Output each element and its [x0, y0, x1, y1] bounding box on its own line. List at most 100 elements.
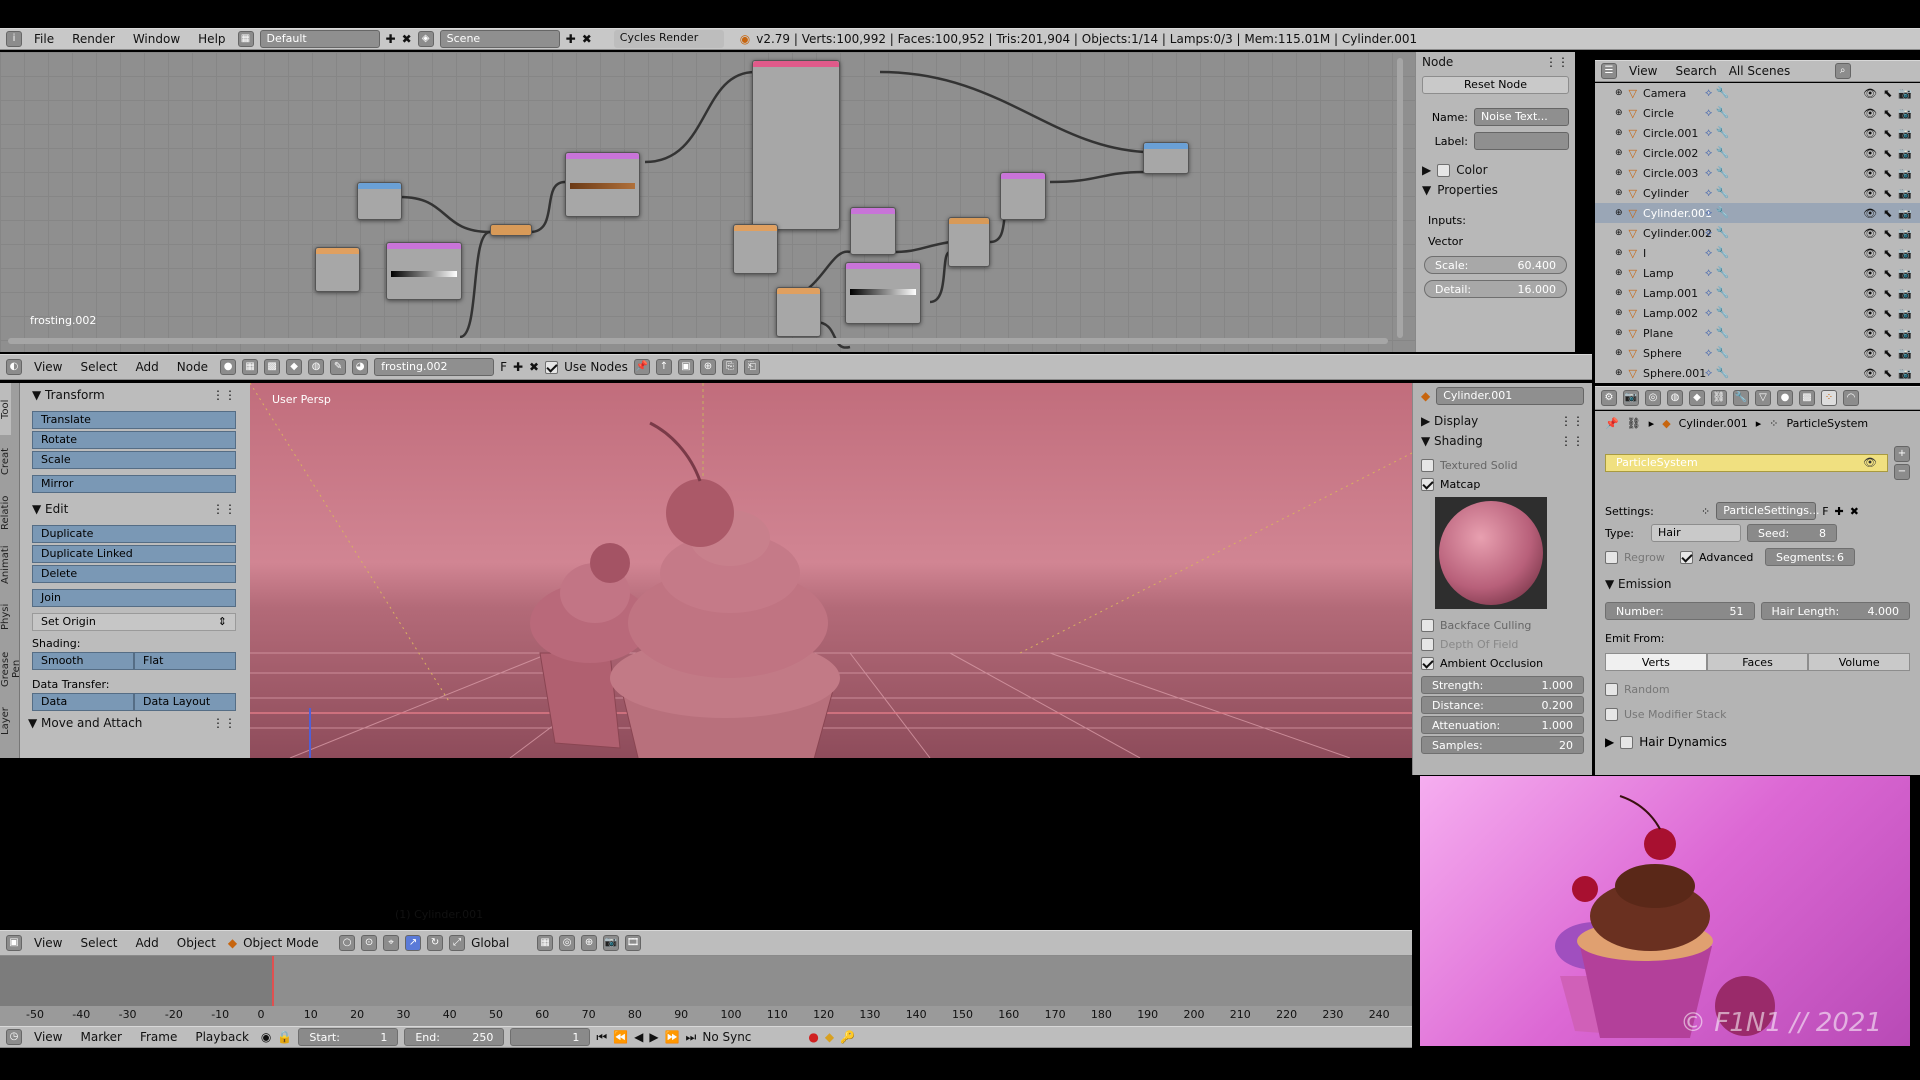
expand-icon[interactable]: ⊕ [1615, 88, 1623, 98]
toolshelf-tab[interactable]: Physi [0, 591, 11, 643]
remove-particle-system-icon[interactable]: − [1894, 464, 1910, 480]
jump-start-icon[interactable]: ⏮ [596, 1030, 607, 1045]
join-button[interactable]: Join [32, 589, 236, 607]
start-frame-field[interactable]: Start: 1 [298, 1028, 399, 1046]
info-editor-icon[interactable]: i [6, 31, 22, 47]
render-camera-icon[interactable]: 📷 [1898, 167, 1912, 180]
menu-window[interactable]: Window [127, 32, 186, 46]
selectable-cursor-icon[interactable]: ⬉ [1883, 267, 1892, 280]
outliner-item[interactable]: ⊕ ▽ Circle.003 ⟡ 🔧 👁 ⬉ 📷 [1595, 163, 1920, 183]
scale-slider[interactable]: Scale: 60.400 [1424, 256, 1567, 274]
outliner-item[interactable]: ⊕ ▽ Cylinder ⟡ 🔧 👁 ⬉ 📷 [1595, 183, 1920, 203]
render-camera-icon[interactable]: 📷 [1898, 187, 1912, 200]
selectable-cursor-icon[interactable]: ⬉ [1883, 107, 1892, 120]
pin-icon[interactable]: 📌 [1605, 417, 1619, 430]
prev-keyframe-icon[interactable]: ⏪ [613, 1030, 628, 1044]
node-panel-title[interactable]: Node [1422, 52, 1453, 72]
selectable-cursor-icon[interactable]: ⬉ [1883, 367, 1892, 380]
material-icon[interactable]: ◕ [352, 359, 369, 375]
visibility-eye-icon[interactable]: 👁 [1863, 147, 1877, 160]
viewport-menu-view[interactable]: View [28, 936, 68, 950]
render-camera-icon[interactable]: 📷 [1898, 207, 1912, 220]
menu-render[interactable]: Render [66, 32, 121, 46]
pivot-icon[interactable]: ⊙ [361, 935, 378, 951]
layers-icon[interactable]: ▦ [537, 935, 554, 951]
particle-settings-field[interactable]: ParticleSettings... [1716, 502, 1819, 520]
strength-slider[interactable]: Strength: 1.000 [1421, 676, 1584, 694]
node-material-output[interactable] [1143, 142, 1189, 174]
keying-set-icon[interactable]: 🔑 [840, 1030, 855, 1044]
play-reverse-icon[interactable]: ◀ [634, 1030, 643, 1044]
visibility-eye-icon[interactable]: 👁 [1863, 207, 1877, 220]
panel-grip-icon[interactable]: ⋮⋮ [1560, 431, 1584, 451]
remove-settings-icon[interactable]: ✖ [1850, 505, 1859, 518]
material-field[interactable]: frosting.002 [374, 358, 495, 376]
distance-slider[interactable]: Distance: 0.200 [1421, 696, 1584, 714]
emit-from-faces-tab[interactable]: Faces [1706, 653, 1809, 671]
samples-slider[interactable]: Samples: 20 [1421, 736, 1584, 754]
texture-tab-icon[interactable]: ▩ [1799, 390, 1815, 406]
lock-icon[interactable]: 🔒 [277, 1030, 292, 1044]
matcap-preview[interactable] [1435, 497, 1547, 609]
keyframe-icon[interactable]: ◆ [825, 1030, 834, 1044]
translate-button[interactable]: Translate [32, 411, 236, 429]
timeline-menu-playback[interactable]: Playback [189, 1030, 255, 1044]
render-camera-icon[interactable]: 📷 [1898, 87, 1912, 100]
toolshelf-tab[interactable]: Relatio [0, 487, 11, 539]
properties-panel-title[interactable]: Properties [1437, 180, 1498, 200]
orientation-select[interactable]: Global [471, 936, 531, 950]
fake-user-button[interactable]: F [500, 360, 507, 374]
node-multiply-2[interactable] [1000, 172, 1046, 220]
seed-slider[interactable]: Seed: 8 [1747, 524, 1837, 542]
hair-length-slider[interactable]: Hair Length: 4.000 [1760, 602, 1910, 620]
selectable-cursor-icon[interactable]: ⬉ [1883, 287, 1892, 300]
render-camera-icon[interactable]: 📷 [1898, 127, 1912, 140]
outliner-item[interactable]: ⊕ ▽ Circle.001 ⟡ 🔧 👁 ⬉ 📷 [1595, 123, 1920, 143]
render-camera-icon[interactable]: 📷 [1898, 307, 1912, 320]
eye-icon[interactable]: 👁 [1863, 456, 1877, 470]
translate-icon[interactable]: ↗ [405, 935, 422, 951]
add-settings-icon[interactable]: ✚ [1835, 505, 1844, 518]
outliner-type-icon[interactable]: ☰ [1601, 63, 1617, 79]
record-icon[interactable]: ● [808, 1030, 818, 1044]
render-camera-icon[interactable]: 📷 [1898, 347, 1912, 360]
selectable-cursor-icon[interactable]: ⬉ [1883, 227, 1892, 240]
selectable-cursor-icon[interactable]: ⬉ [1883, 307, 1892, 320]
node-editor-hscroll[interactable] [8, 338, 1388, 344]
timeline-menu-view[interactable]: View [28, 1030, 68, 1044]
node-principled-bsdf[interactable] [752, 60, 840, 230]
render-engine-select[interactable]: Cycles Render [613, 30, 724, 48]
detail-slider[interactable]: Detail: 16.000 [1424, 280, 1567, 298]
scene-icon[interactable]: ◈ [417, 31, 434, 47]
attenuation-slider[interactable]: Attenuation: 1.000 [1421, 716, 1584, 734]
expand-icon[interactable]: ⊕ [1615, 228, 1623, 238]
node-name-field[interactable]: Noise Text... [1474, 108, 1569, 126]
rotate-icon[interactable]: ↻ [427, 935, 444, 951]
compositing-nodes-icon[interactable]: ▩ [264, 359, 281, 375]
viewport-menu-add[interactable]: Add [130, 936, 165, 950]
render-camera-icon[interactable]: 📷 [1898, 247, 1912, 260]
node-color-ramp-3[interactable] [845, 262, 921, 324]
visibility-eye-icon[interactable]: 👁 [1863, 167, 1877, 180]
render-camera-icon[interactable]: 📷 [1898, 227, 1912, 240]
outliner-menu-view[interactable]: View [1623, 64, 1663, 78]
node-color-ramp-1[interactable] [386, 242, 462, 300]
render-camera-icon[interactable]: 📷 [1898, 367, 1912, 380]
node-mix-2[interactable] [948, 217, 990, 267]
constraints-tab-icon[interactable]: ⛓ [1711, 390, 1727, 406]
modifier-stack-checkbox[interactable] [1605, 708, 1618, 721]
outliner-item[interactable]: ⊕ ▽ Sphere.001 ⟡ 🔧 👁 ⬉ 📷 [1595, 363, 1920, 383]
collapse-arrow-icon[interactable]: ▶ [1422, 160, 1431, 180]
expand-icon[interactable]: ⊕ [1615, 248, 1623, 258]
backface-culling-checkbox[interactable] [1421, 619, 1434, 632]
node-menu-select[interactable]: Select [74, 360, 123, 374]
collapse-arrow-icon[interactable]: ▶ [1605, 735, 1614, 749]
visibility-eye-icon[interactable]: 👁 [1863, 347, 1877, 360]
reset-node-button[interactable]: Reset Node [1422, 76, 1569, 94]
depth-of-field-checkbox[interactable] [1421, 638, 1434, 651]
edit-panel-title[interactable]: ▼ Edit [32, 499, 68, 519]
current-frame-marker[interactable] [272, 956, 274, 1012]
jump-end-icon[interactable]: ⏭ [686, 1030, 697, 1045]
manipulator-icon[interactable]: ⌖ [383, 935, 400, 951]
render-camera-icon[interactable]: 📷 [1898, 287, 1912, 300]
